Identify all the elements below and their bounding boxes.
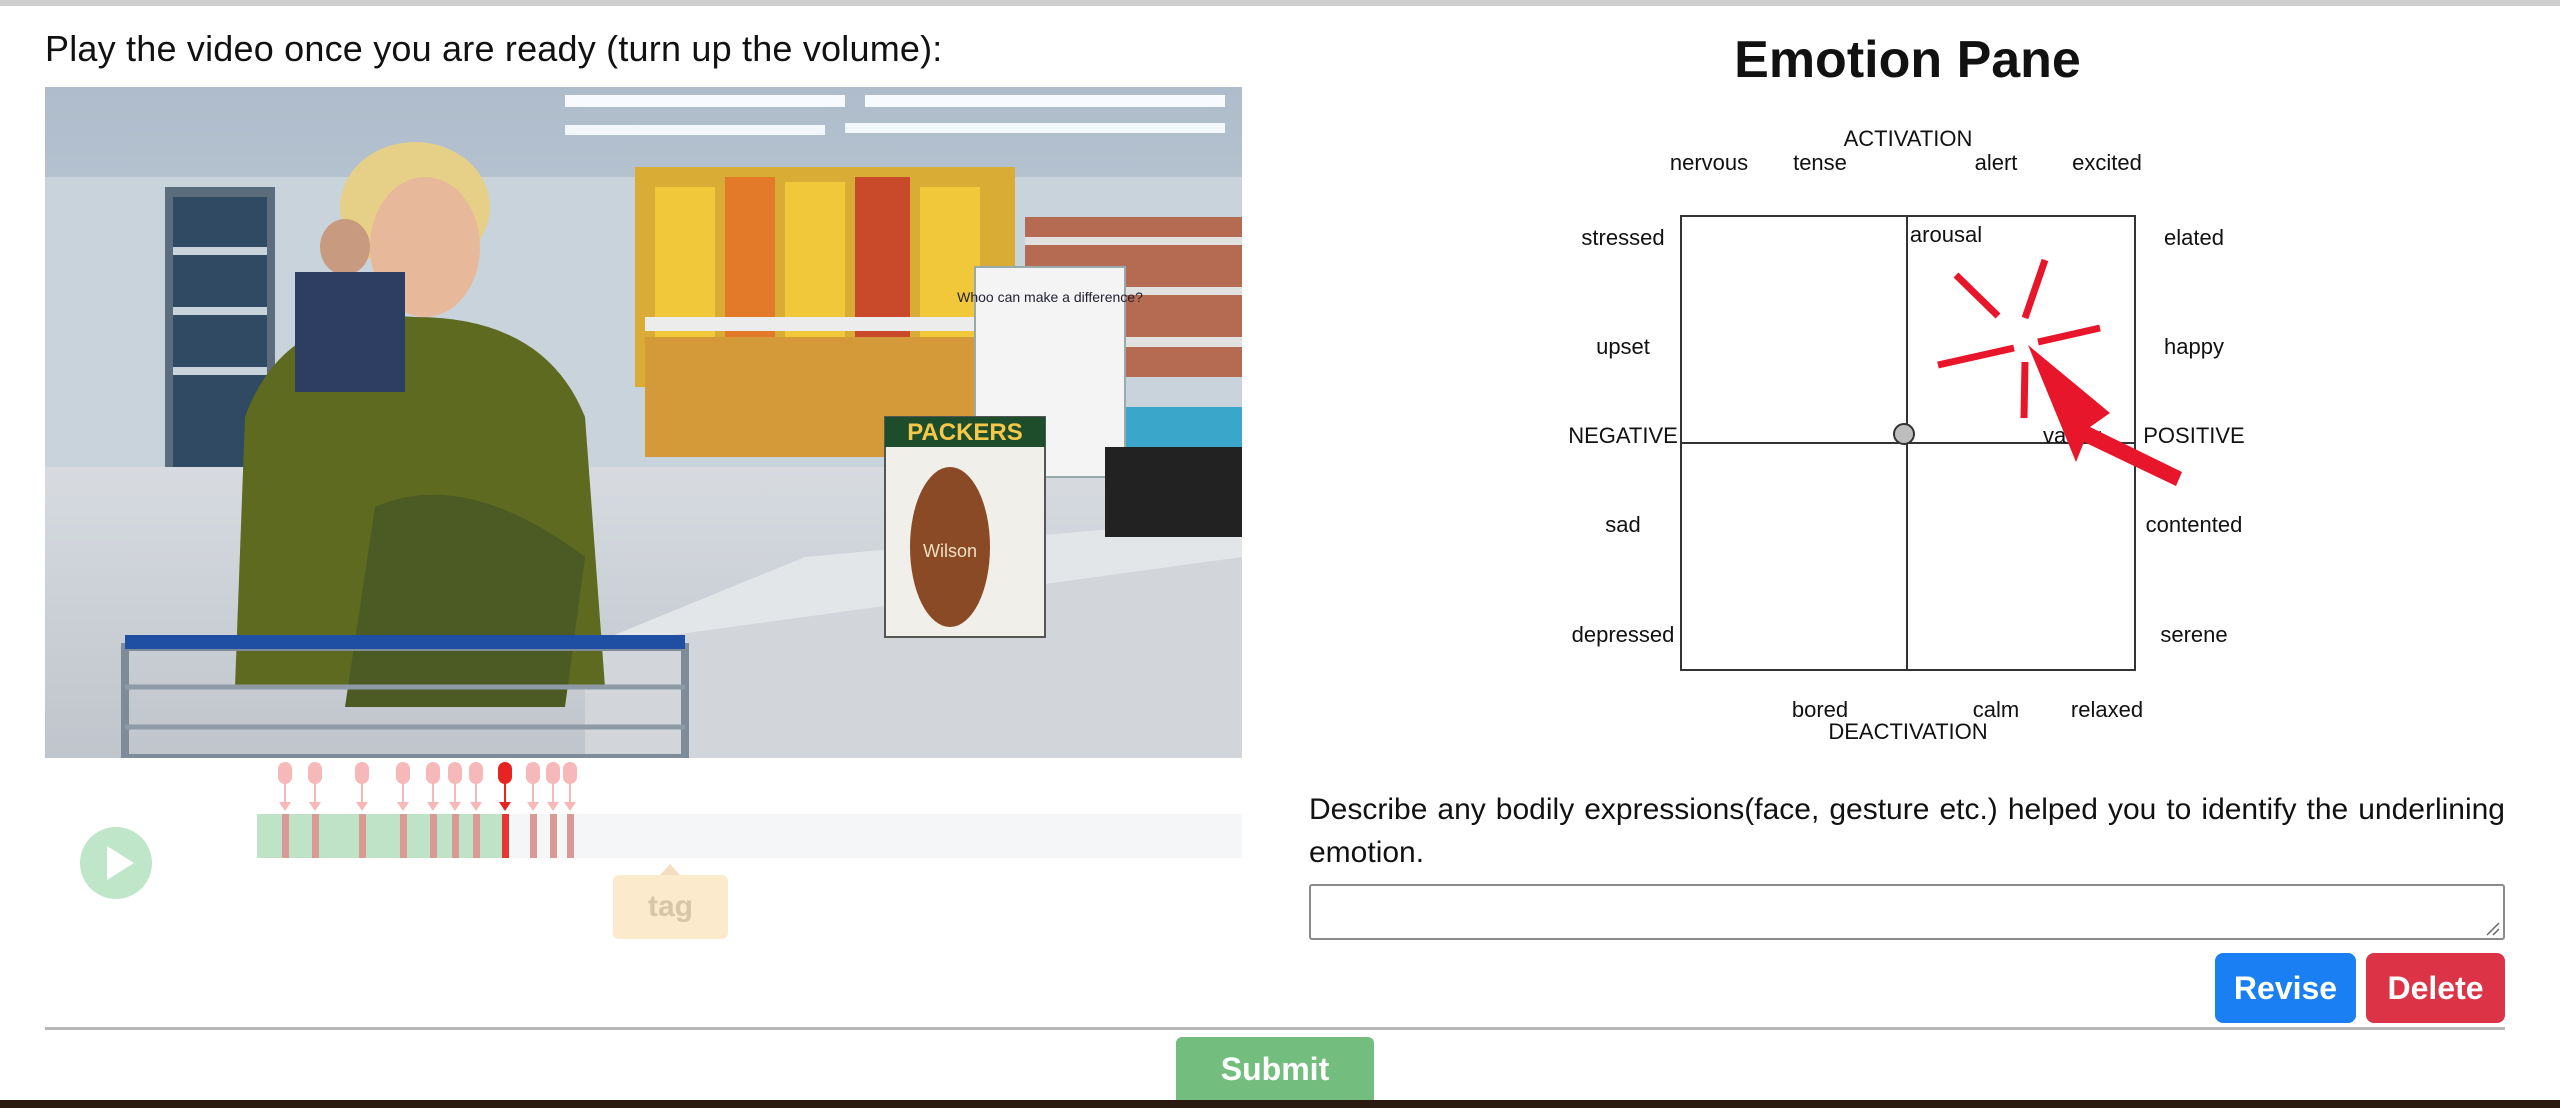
emotion-word: serene xyxy=(2160,622,2228,647)
football-text: Wilson xyxy=(923,541,977,561)
timeline-track[interactable] xyxy=(257,814,1242,858)
video-frame: Whoo can make a difference? PACKERS Wils… xyxy=(45,87,1242,758)
tag-marker-icon[interactable] xyxy=(546,762,560,812)
tag-tick xyxy=(473,814,480,858)
tag-marker-icon[interactable] xyxy=(426,762,440,812)
play-icon xyxy=(106,846,134,880)
emotion-word: alert xyxy=(1974,150,2018,175)
tag-tick xyxy=(359,814,366,858)
tag-button[interactable]: tag xyxy=(613,875,728,939)
video-player[interactable]: Whoo can make a difference? PACKERS Wils… xyxy=(45,87,1242,758)
tag-caret-icon xyxy=(660,864,680,875)
description-prompt: Describe any bodily expressions(face, ge… xyxy=(1309,793,2505,869)
emotion-word: elated xyxy=(2164,225,2224,250)
revise-button[interactable]: Revise xyxy=(2215,953,2356,1023)
emotion-word: upset xyxy=(1596,334,1650,359)
tag-marker-icon[interactable] xyxy=(563,762,577,812)
tag-tick xyxy=(430,814,437,858)
page-bottom-edge xyxy=(0,1100,2560,1108)
emotion-word: bored xyxy=(1791,697,1849,722)
bottom-divider xyxy=(45,1027,2505,1030)
tag-tick xyxy=(567,814,574,858)
emotion-selector-handle[interactable] xyxy=(1893,423,1915,445)
emotion-pane-title: Emotion Pane xyxy=(1734,31,2081,89)
tag-marker-icon[interactable] xyxy=(278,762,292,812)
tag-marker-icon[interactable] xyxy=(308,762,322,812)
tag-tick xyxy=(502,814,509,858)
deactivation-label: DEACTIVATION xyxy=(1828,719,1988,744)
delete-button[interactable]: Delete xyxy=(2366,953,2505,1023)
tag-marker-icon[interactable] xyxy=(526,762,540,812)
tag-tick xyxy=(550,814,557,858)
shelf-sign-text: Whoo can make a difference? xyxy=(957,289,1143,305)
emotion-word: stressed xyxy=(1581,225,1665,250)
tag-tick xyxy=(452,814,459,858)
video-instruction: Play the video once you are ready (turn … xyxy=(45,28,943,69)
product-text: PACKERS xyxy=(907,419,1023,446)
emotion-word: calm xyxy=(1972,697,2020,722)
emotion-word: sad xyxy=(1605,512,1641,537)
tag-tick xyxy=(400,814,407,858)
tag-marker-icon[interactable] xyxy=(469,762,483,812)
arousal-axis-label: arousal xyxy=(1909,222,1983,247)
tag-marker-icon[interactable] xyxy=(448,762,462,812)
emotion-word: excited xyxy=(2072,150,2142,175)
click-pointer-icon xyxy=(1937,258,2182,486)
emotion-word: tense xyxy=(1793,150,1847,175)
description-textarea[interactable] xyxy=(1309,884,2505,940)
tag-marker-icon[interactable] xyxy=(355,762,369,812)
tag-tick xyxy=(282,814,289,858)
tag-marker-icon[interactable] xyxy=(396,762,410,812)
tag-tick xyxy=(530,814,537,858)
top-divider xyxy=(0,0,2560,6)
play-button[interactable] xyxy=(80,827,152,899)
emotion-word: contented xyxy=(2145,512,2243,537)
tag-tick xyxy=(312,814,319,858)
activation-label: ACTIVATION xyxy=(1843,126,1973,151)
negative-label: NEGATIVE xyxy=(1568,423,1678,448)
emotion-word: relaxed xyxy=(2070,697,2144,722)
resize-grip-icon[interactable] xyxy=(2484,920,2500,936)
submit-button[interactable]: Submit xyxy=(1176,1037,1374,1102)
tag-marker-icon[interactable] xyxy=(498,762,512,812)
emotion-word: depressed xyxy=(1571,622,1675,647)
emotion-word: nervous xyxy=(1669,150,1749,175)
timeline-played xyxy=(257,814,508,858)
